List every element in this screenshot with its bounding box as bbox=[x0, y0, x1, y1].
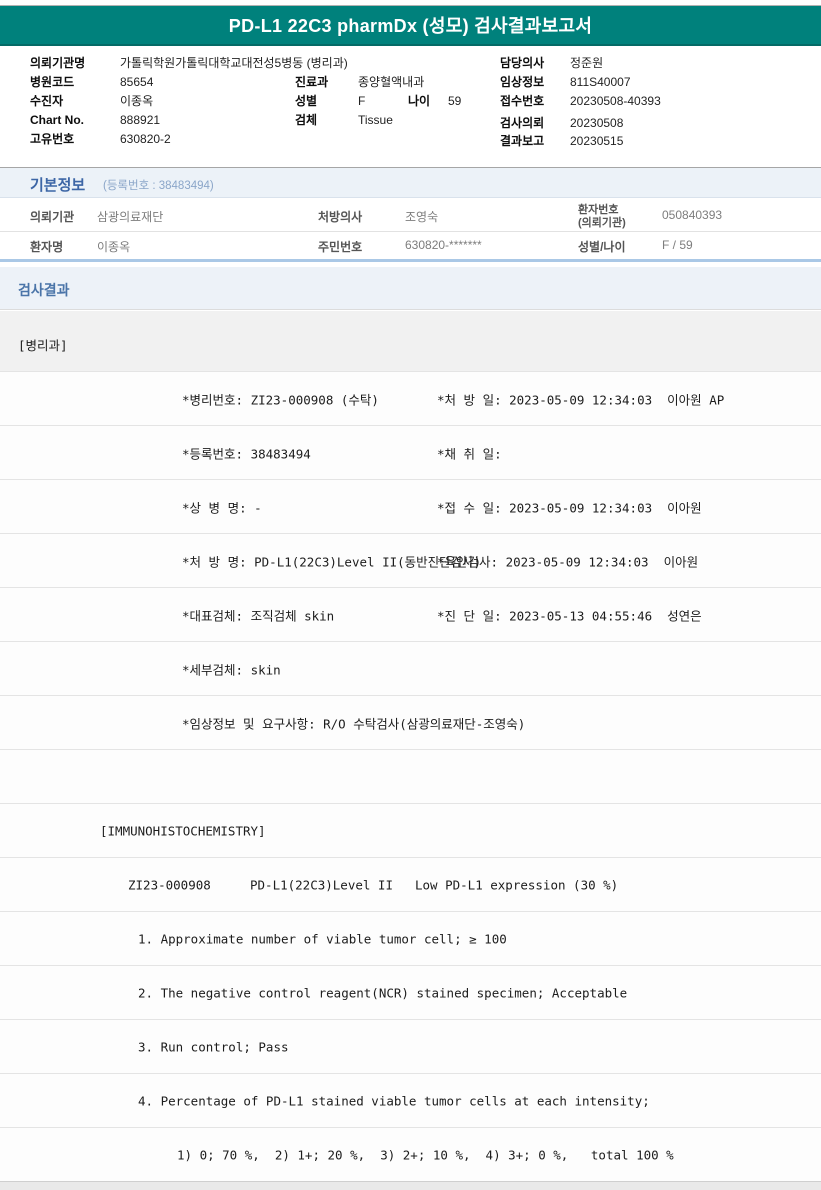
resident-no-label: 주민번호 bbox=[318, 240, 363, 254]
hospital-code-value: 85654 bbox=[120, 75, 154, 89]
attending-doctor-value: 정준원 bbox=[570, 56, 604, 70]
ihc-intensity-percentages: 1) 0; 70 %, 2) 1+; 20 %, 3) 2+; 10 %, 4)… bbox=[177, 1147, 674, 1162]
chart-no-value: 888921 bbox=[120, 113, 161, 127]
specimen-label: 검체 bbox=[295, 113, 318, 127]
field-row-order-name: *처 방 명: PD-L1(22C3)Level II(동반진단검사) *육안검… bbox=[0, 533, 821, 587]
sex-age-label: 성별/나이 bbox=[578, 240, 626, 254]
test-request-date-label: 검사의뢰 bbox=[500, 116, 545, 130]
ihc-section-title: [IMMUNOHISTOCHEMISTRY] bbox=[100, 823, 266, 838]
report-page: PD-L1 22C3 pharmDx (성모) 검사결과보고서 의뢰기관명 가톨… bbox=[0, 0, 821, 1190]
test-results-title: 검사결과 bbox=[18, 282, 70, 298]
ihc-result-row: ZI23-000908 PD-L1(22C3)Level II Low PD-L… bbox=[0, 857, 821, 911]
prescription-date-text: *처 방 일: 2023-05-09 12:34:03 이아원 AP bbox=[437, 392, 725, 407]
department-value: 종양혈액내과 bbox=[358, 75, 425, 89]
requesting-org-label: 의뢰기관명 bbox=[30, 56, 86, 70]
basic-info-registration-no: (등록번호 : 38483494) bbox=[103, 180, 214, 192]
registration-no-text: *등록번호: 38483494 bbox=[182, 446, 311, 461]
department-name: [병리과] bbox=[18, 338, 68, 353]
requesting-org-value: 가톨릭학원가톨릭대학교대전성5병동 (병리과) bbox=[120, 56, 348, 70]
basic-info-section: 기본정보 (등록번호 : 38483494) 의뢰기관 삼광의료재단 처방의사 … bbox=[0, 167, 821, 262]
patient-name-label: 환자명 bbox=[30, 240, 64, 254]
field-row-pathology-no: *병리번호: ZI23-000908 (수탁) *처 방 일: 2023-05-… bbox=[0, 371, 821, 425]
ihc-item-row-3: 3. Run control; Pass bbox=[0, 1019, 821, 1073]
patient-name-value: 이종옥 bbox=[97, 240, 131, 254]
field-row-sub-specimen: *세부검체: skin bbox=[0, 641, 821, 695]
prescribing-doctor-label: 처방의사 bbox=[318, 210, 363, 224]
sub-specimen-text: *세부검체: skin bbox=[182, 662, 281, 677]
main-specimen-text: *대표검체: 조직검체 skin bbox=[182, 608, 335, 623]
examinee-label: 수진자 bbox=[30, 94, 64, 108]
field-row-empty bbox=[0, 749, 821, 803]
pathology-no-text: *병리번호: ZI23-000908 (수탁) bbox=[182, 392, 379, 407]
ihc-intensity-percentages-row: 1) 0; 70 %, 2) 1+; 20 %, 3) 2+; 10 %, 4)… bbox=[0, 1127, 821, 1181]
test-results-section-header: 검사결과 bbox=[0, 267, 821, 310]
ihc-item-viable-tumor-cells: 1. Approximate number of viable tumor ce… bbox=[138, 931, 507, 946]
age-label: 나이 bbox=[408, 94, 431, 108]
result-report-date-value: 20230515 bbox=[570, 134, 624, 148]
sex-age-value: F / 59 bbox=[662, 238, 693, 252]
field-row-diagnosis-name: *상 병 명: - *접 수 일: 2023-05-09 12:34:03 이아… bbox=[0, 479, 821, 533]
department-row: [병리과] bbox=[0, 311, 821, 371]
patient-no-label-line2: (의뢰기관) bbox=[578, 217, 626, 229]
ihc-item-intensity-header: 4. Percentage of PD-L1 stained viable tu… bbox=[138, 1093, 650, 1108]
field-row-registration-no: *등록번호: 38483494 *채 취 일: bbox=[0, 425, 821, 479]
prescribing-doctor-value: 조영숙 bbox=[405, 210, 439, 224]
examinee-value: 이종옥 bbox=[120, 94, 154, 108]
ihc-test-name: PD-L1(22C3)Level II bbox=[250, 877, 393, 892]
clinical-info-label: 임상정보 bbox=[500, 75, 545, 89]
ihc-result-value: Low PD-L1 expression (30 %) bbox=[415, 877, 619, 892]
field-row-clinical-request: *임상정보 및 요구사항: R/O 수탁검사(삼광의료재단-조영숙) bbox=[0, 695, 821, 749]
specimen-value: Tissue bbox=[358, 113, 393, 127]
referring-org-label: 의뢰기관 bbox=[30, 210, 75, 224]
chart-no-label: Chart No. bbox=[30, 113, 84, 127]
ihc-header-row: [IMMUNOHISTOCHEMISTRY] bbox=[0, 803, 821, 857]
patient-no-value: 050840393 bbox=[662, 208, 723, 222]
test-request-date-value: 20230508 bbox=[570, 116, 624, 130]
ihc-specimen-no: ZI23-000908 bbox=[128, 877, 211, 892]
diagnosis-name-text: *상 병 명: - bbox=[182, 500, 262, 515]
resident-no-value: 630820-******* bbox=[405, 238, 482, 252]
ihc-item-negative-control: 2. The negative control reagent(NCR) sta… bbox=[138, 985, 628, 1000]
clinical-request-text: *임상정보 및 요구사항: R/O 수탁검사(삼광의료재단-조영숙) bbox=[182, 716, 526, 731]
gross-exam-date-text: *육안검사: 2023-05-09 12:34:03 이아원 bbox=[437, 554, 699, 569]
basic-info-row-divider bbox=[0, 231, 821, 232]
field-row-main-specimen: *대표검체: 조직검체 skin *진 단 일: 2023-05-13 04:5… bbox=[0, 587, 821, 641]
receipt-date-text: *접 수 일: 2023-05-09 12:34:03 이아원 bbox=[437, 500, 702, 515]
collection-date-text: *채 취 일: bbox=[437, 446, 502, 461]
department-label: 진료과 bbox=[295, 75, 329, 89]
age-value: 59 bbox=[448, 94, 462, 108]
ihc-item-row-4: 4. Percentage of PD-L1 stained viable tu… bbox=[0, 1073, 821, 1127]
page-title: PD-L1 22C3 pharmDx (성모) 검사결과보고서 bbox=[228, 16, 593, 36]
report-title-bar: PD-L1 22C3 pharmDx (성모) 검사결과보고서 bbox=[0, 6, 821, 46]
ihc-item-row-2: 2. The negative control reagent(NCR) sta… bbox=[0, 965, 821, 1019]
attending-doctor-label: 담당의사 bbox=[500, 56, 545, 70]
footer-band bbox=[0, 1181, 821, 1190]
hospital-code-label: 병원코드 bbox=[30, 75, 75, 89]
referring-org-value: 삼광의료재단 bbox=[97, 210, 164, 224]
basic-info-title: 기본정보 bbox=[30, 177, 86, 194]
sex-value: F bbox=[358, 94, 366, 108]
ihc-item-run-control: 3. Run control; Pass bbox=[138, 1039, 289, 1054]
sex-label: 성별 bbox=[295, 94, 318, 108]
unique-no-value: 630820-2 bbox=[120, 132, 171, 146]
ihc-item-row-1: 1. Approximate number of viable tumor ce… bbox=[0, 911, 821, 965]
unique-no-label: 고유번호 bbox=[30, 132, 75, 146]
receipt-no-value: 20230508-40393 bbox=[570, 94, 661, 108]
diagnosis-date-text: *진 단 일: 2023-05-13 04:55:46 성연은 bbox=[437, 608, 702, 623]
basic-info-header: 기본정보 (등록번호 : 38483494) bbox=[0, 168, 821, 198]
result-report-date-label: 결과보고 bbox=[500, 134, 545, 148]
clinical-info-value: 811S40007 bbox=[570, 75, 631, 89]
receipt-no-label: 접수번호 bbox=[500, 94, 545, 108]
